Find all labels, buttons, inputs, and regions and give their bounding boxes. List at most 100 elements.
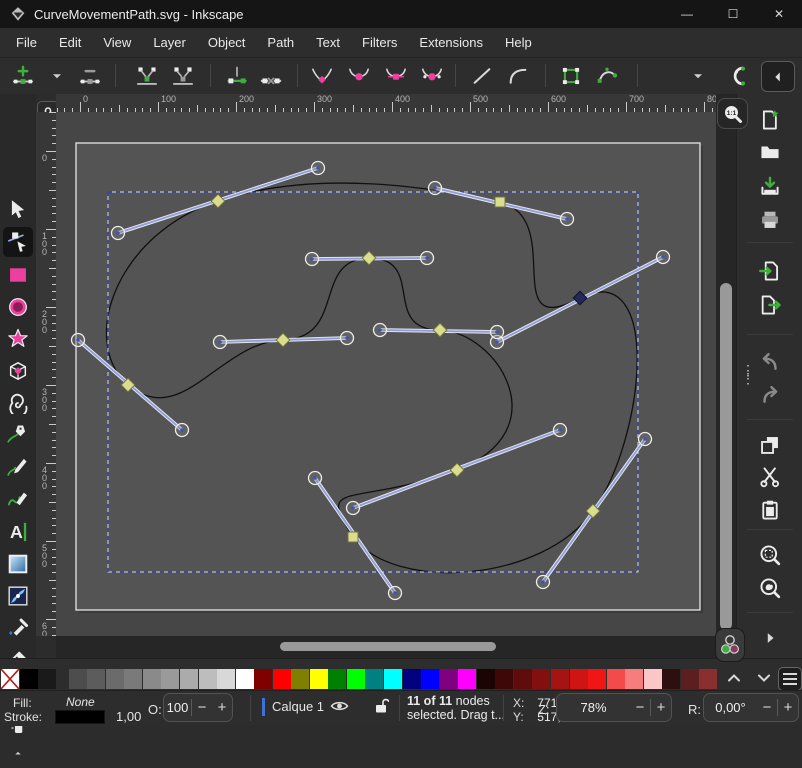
handle-endpoint[interactable] (306, 253, 319, 266)
menu-extensions[interactable]: Extensions (408, 28, 494, 58)
paste-button[interactable] (756, 497, 784, 523)
handle-endpoint[interactable] (389, 587, 402, 600)
palette-swatch[interactable] (310, 669, 328, 689)
zoom-spinbox[interactable]: 78% − + (556, 693, 672, 722)
zoom-decrement-button[interactable]: − (630, 699, 650, 716)
duplicate-button[interactable] (756, 432, 784, 458)
palette-swatch[interactable] (199, 669, 217, 689)
handle-endpoint[interactable] (429, 182, 442, 195)
join-with-segment-button[interactable] (224, 63, 250, 89)
star-tool[interactable] (3, 324, 33, 354)
cut-button[interactable] (756, 464, 784, 490)
palette-swatch[interactable] (347, 669, 365, 689)
object-to-path-button[interactable] (558, 63, 584, 89)
handle-endpoint[interactable] (214, 336, 227, 349)
stroke-width-value[interactable]: 1,00 (116, 709, 141, 724)
palette-swatch[interactable] (20, 669, 38, 689)
handle-endpoint[interactable] (312, 162, 325, 175)
palette-menu-button[interactable] (778, 667, 802, 691)
handle-endpoint[interactable] (639, 433, 652, 446)
rotation-spinbox[interactable]: 0,00° − + (703, 693, 799, 722)
menu-text[interactable]: Text (305, 28, 351, 58)
pencil-tool[interactable] (3, 452, 33, 482)
export-button[interactable] (756, 292, 784, 318)
palette-swatch[interactable] (458, 669, 476, 689)
layer-name[interactable]: Calque 1 (272, 699, 324, 714)
print-button[interactable] (756, 207, 784, 233)
zoom-1-1-button[interactable]: 1:1 (717, 98, 748, 129)
palette-swatch[interactable] (403, 669, 421, 689)
palette-swatch[interactable] (495, 669, 513, 689)
fill-value[interactable]: None (66, 695, 95, 709)
palette-swatch[interactable] (607, 669, 625, 689)
palette-swatch[interactable] (421, 669, 439, 689)
palette-swatch[interactable] (681, 669, 699, 689)
palette-swatch[interactable] (254, 669, 272, 689)
handle-endpoint[interactable] (657, 251, 670, 264)
import-button[interactable] (756, 258, 784, 284)
palette-swatch[interactable] (69, 669, 87, 689)
horizontal-scrollbar-thumb[interactable] (280, 642, 496, 651)
handle-endpoint[interactable] (341, 332, 354, 345)
palette-swatch[interactable] (106, 669, 124, 689)
layer-lock-icon[interactable] (374, 697, 389, 714)
palette-swatch-none[interactable] (1, 669, 19, 689)
handle-endpoint[interactable] (537, 576, 550, 589)
make-smooth-button[interactable] (346, 63, 372, 89)
vertical-ruler[interactable]: 0100200300400500600 (36, 112, 56, 636)
open-document-button[interactable] (756, 139, 784, 165)
delete-segment-button[interactable] (258, 63, 284, 89)
spiral-tool[interactable] (3, 388, 33, 418)
snap-options-button[interactable]: s (727, 63, 753, 89)
menu-file[interactable]: File (5, 28, 48, 58)
palette-swatch[interactable] (328, 669, 346, 689)
make-curve-button[interactable] (505, 63, 531, 89)
zoom-selection-button[interactable] (756, 542, 784, 568)
layer-visibility-eye-icon[interactable] (330, 698, 349, 714)
vertical-scrollbar[interactable] (716, 94, 736, 658)
toolbar-overflow-dropdown[interactable] (685, 63, 711, 89)
palette-swatch[interactable] (588, 669, 606, 689)
handle-endpoint[interactable] (421, 252, 434, 265)
collapse-toolbar-button[interactable] (761, 61, 795, 92)
expand-dialogs-button[interactable] (756, 625, 784, 651)
menu-edit[interactable]: Edit (48, 28, 92, 58)
palette-swatch[interactable] (532, 669, 550, 689)
opacity-value[interactable]: 100 (164, 700, 191, 715)
rotation-value[interactable]: 0,00° (704, 700, 757, 715)
selector-tool[interactable] (3, 195, 33, 225)
delete-node-button[interactable] (77, 63, 103, 89)
make-symmetric-button[interactable] (383, 63, 409, 89)
rotation-increment-button[interactable]: + (778, 699, 798, 716)
snap-controls-button[interactable] (715, 628, 745, 662)
menu-layer[interactable]: Layer (142, 28, 197, 58)
insert-node-button[interactable] (10, 63, 36, 89)
palette-swatch[interactable] (87, 669, 105, 689)
pen-tool[interactable] (3, 420, 33, 450)
palette-swatch[interactable] (662, 669, 680, 689)
zoom-increment-button[interactable]: + (651, 699, 671, 716)
text-tool[interactable]: A (3, 517, 33, 547)
zoom-drawing-button[interactable] (756, 575, 784, 601)
palette-swatch[interactable] (477, 669, 495, 689)
opacity-spinbox[interactable]: 100 − + (163, 693, 233, 722)
palette-swatch[interactable] (236, 669, 254, 689)
handle-endpoint[interactable] (309, 472, 322, 485)
stroke-color-swatch[interactable] (55, 710, 105, 724)
calligraphy-tool[interactable] (3, 484, 33, 514)
palette-swatch[interactable] (625, 669, 643, 689)
zoom-value[interactable]: 78% (557, 700, 630, 715)
undo-button[interactable] (756, 349, 784, 375)
mesh-gradient-tool[interactable] (3, 581, 33, 611)
palette-swatch[interactable] (161, 669, 179, 689)
save-document-button[interactable] (756, 174, 784, 200)
menu-filters[interactable]: Filters (351, 28, 408, 58)
rectangle-tool[interactable] (3, 260, 33, 290)
palette-swatch[interactable] (570, 669, 588, 689)
palette-swatch[interactable] (440, 669, 458, 689)
menu-path[interactable]: Path (256, 28, 305, 58)
make-line-button[interactable] (469, 63, 495, 89)
handle-endpoint[interactable] (561, 213, 574, 226)
palette-swatch[interactable] (180, 669, 198, 689)
horizontal-ruler[interactable]: 0100200300400500600700800 (56, 94, 716, 112)
